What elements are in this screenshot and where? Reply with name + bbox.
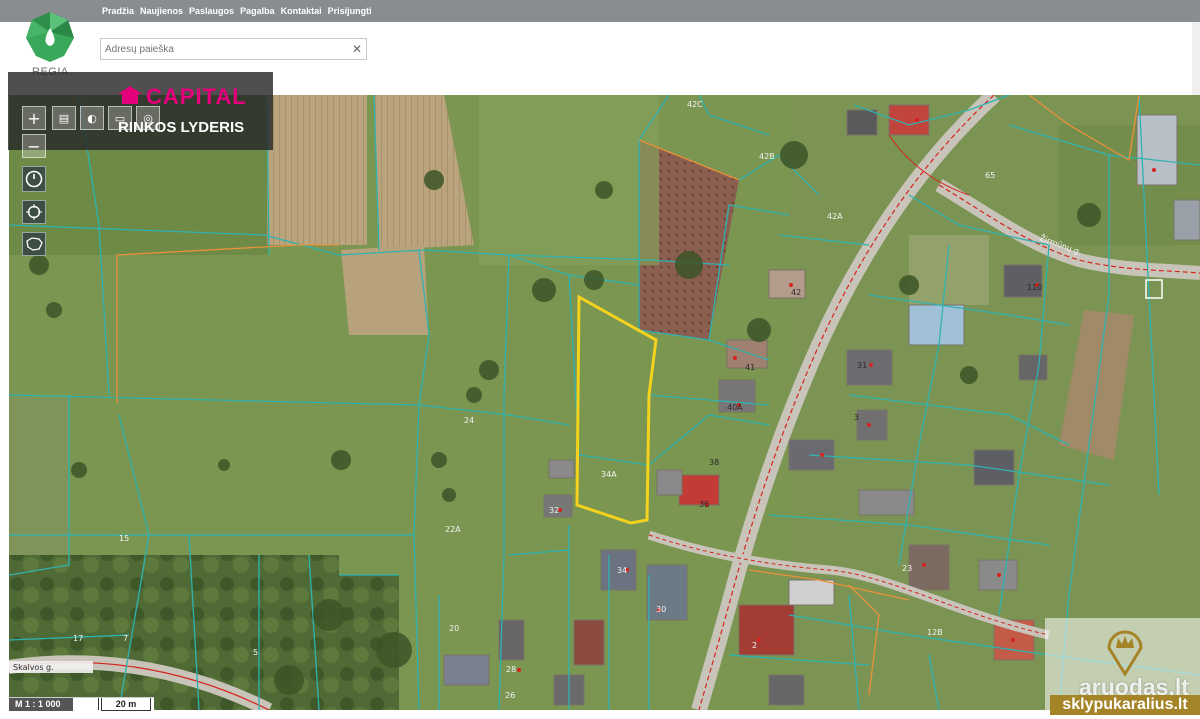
close-icon[interactable]: ✕ bbox=[352, 42, 362, 56]
parcel-label: 28 bbox=[506, 665, 516, 674]
main-nav: Pradžia Naujienos Paslaugos Pagalba Kont… bbox=[102, 0, 378, 22]
parcel-label: 5 bbox=[253, 648, 258, 657]
orthophoto-map: Skalvos g. Žirmūnų g. 42C 42B 42A 42 41 … bbox=[9, 95, 1200, 710]
parcel-label: 32 bbox=[549, 506, 559, 515]
watermark: aruodas.lt sklypukaralius.lt bbox=[1045, 618, 1200, 718]
parcel-label: 42C bbox=[687, 100, 703, 109]
parcel-label: 2 bbox=[752, 641, 757, 650]
parcel-label: 31 bbox=[857, 361, 867, 370]
parcel-label: 42 bbox=[791, 288, 801, 297]
crown-pin-icon bbox=[1107, 630, 1143, 676]
parcel-label: 36 bbox=[699, 500, 709, 509]
parcel-label: 15 bbox=[119, 534, 129, 543]
regia-logo-icon bbox=[26, 12, 74, 62]
parcel-label: 110 bbox=[1027, 283, 1042, 292]
nav-pradzia[interactable]: Pradžia bbox=[102, 6, 134, 16]
top-nav-bar: Pradžia Naujienos Paslaugos Pagalba Kont… bbox=[0, 0, 1200, 22]
layers-icon[interactable]: ▤ bbox=[52, 106, 76, 130]
scale-bar: 20 m bbox=[98, 698, 151, 711]
parcel-label: 42A bbox=[827, 212, 843, 221]
parcel-label: 17 bbox=[73, 634, 83, 643]
ad-brand: CAPITAL bbox=[146, 84, 247, 109]
crosshair-icon[interactable] bbox=[22, 200, 46, 224]
lithuania-map-icon[interactable] bbox=[22, 232, 46, 256]
zoom-out-icon[interactable]: − bbox=[22, 134, 46, 158]
nav-paslaugos[interactable]: Paslaugos bbox=[189, 6, 234, 16]
marker-icon[interactable]: ◐ bbox=[80, 106, 104, 130]
parcel-label: 3 bbox=[854, 413, 859, 422]
measure-icon[interactable]: ▭ bbox=[108, 106, 132, 130]
address-search-input[interactable] bbox=[101, 39, 349, 60]
parcel-label: 24 bbox=[464, 416, 474, 425]
parcel-label: 42B bbox=[759, 152, 775, 161]
map-scale: M 1 : 1 000 20 m bbox=[9, 697, 154, 711]
parcel-label: 34A bbox=[601, 470, 617, 479]
parcel-label: 41 bbox=[745, 363, 755, 372]
nav-pagalba[interactable]: Pagalba bbox=[240, 6, 275, 16]
parcel-label: 30 bbox=[656, 605, 666, 614]
parcel-label: 34 bbox=[617, 566, 627, 575]
watermark-sklypukaralius: sklypukaralius.lt bbox=[1050, 695, 1200, 715]
parcel-label: 65 bbox=[985, 171, 995, 180]
nav-naujienos[interactable]: Naujienos bbox=[140, 6, 183, 16]
info-icon[interactable]: ◎ bbox=[136, 106, 160, 130]
clock-icon[interactable] bbox=[22, 166, 46, 192]
parcel-label: 20 bbox=[449, 624, 459, 633]
parcel-label: 38 bbox=[709, 458, 719, 467]
page-scrollbar[interactable] bbox=[1192, 22, 1200, 95]
address-search: ✕ bbox=[100, 38, 367, 60]
parcel-label: 7 bbox=[123, 634, 128, 643]
street-label-skalvos: Skalvos g. bbox=[13, 663, 54, 672]
house-icon bbox=[118, 86, 142, 104]
nav-kontaktai[interactable]: Kontaktai bbox=[281, 6, 322, 16]
parcel-label: 12B bbox=[927, 628, 943, 637]
map-view[interactable]: Skalvos g. Žirmūnų g. 42C 42B 42A 42 41 … bbox=[9, 95, 1200, 710]
scale-ratio: M 1 : 1 000 bbox=[9, 698, 73, 711]
parcel-label: 22A bbox=[445, 525, 461, 534]
nav-prisijungti[interactable]: Prisijungti bbox=[328, 6, 372, 16]
parcel-label: 26 bbox=[505, 691, 515, 700]
zoom-in-icon[interactable]: + bbox=[22, 106, 46, 130]
parcel-label: 23 bbox=[902, 564, 912, 573]
parcel-label: 40A bbox=[727, 403, 743, 412]
